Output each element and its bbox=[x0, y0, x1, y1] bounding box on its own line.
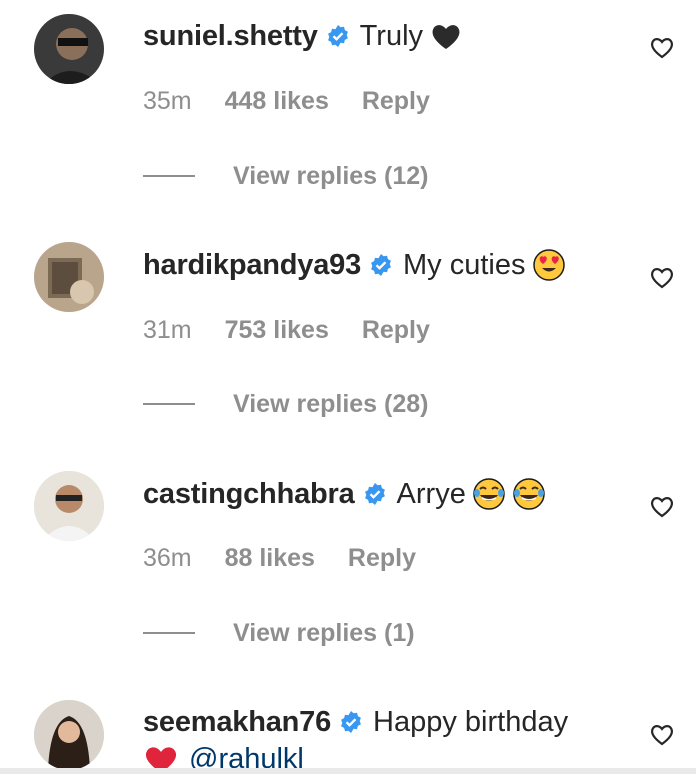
tears-of-joy-emoji-icon bbox=[512, 477, 546, 511]
username-link[interactable]: seemakhan76 bbox=[143, 705, 331, 739]
like-heart-outline-icon[interactable] bbox=[648, 720, 676, 748]
verified-badge-icon bbox=[326, 24, 350, 48]
view-replies-button[interactable]: View replies (1) bbox=[143, 618, 415, 648]
like-heart-outline-icon[interactable] bbox=[648, 263, 676, 291]
comment-line: seemakhan76 Happy birthday bbox=[143, 705, 568, 739]
username-link[interactable]: hardikpandya93 bbox=[143, 248, 361, 282]
avatar[interactable] bbox=[34, 700, 104, 770]
view-replies-label: View replies (12) bbox=[233, 162, 429, 190]
comment-text: Arrye bbox=[396, 478, 466, 510]
view-replies-label: View replies (1) bbox=[233, 619, 415, 647]
view-replies-label: View replies (28) bbox=[233, 390, 429, 418]
like-count[interactable]: 448 likes bbox=[225, 87, 329, 115]
comment-text: Truly bbox=[359, 20, 424, 52]
comment-line: suniel.shetty Truly bbox=[143, 19, 463, 53]
like-heart-outline-icon[interactable] bbox=[648, 33, 676, 61]
comment-line: hardikpandya93 My cuties bbox=[143, 248, 566, 282]
comment-meta: 31m 753 likes Reply bbox=[143, 315, 456, 345]
view-replies-button[interactable]: View replies (12) bbox=[143, 161, 428, 191]
tears-of-joy-emoji-icon bbox=[472, 477, 506, 511]
divider-dash bbox=[143, 403, 195, 405]
comment-time[interactable]: 31m bbox=[143, 316, 192, 344]
like-count[interactable]: 753 likes bbox=[225, 316, 329, 344]
reply-button[interactable]: Reply bbox=[362, 87, 430, 115]
avatar[interactable] bbox=[34, 471, 104, 541]
like-count[interactable]: 88 likes bbox=[225, 544, 315, 572]
username-link[interactable]: castingchhabra bbox=[143, 477, 355, 511]
reply-button[interactable]: Reply bbox=[348, 544, 416, 572]
comment-text: My cuties bbox=[403, 249, 526, 281]
reply-button[interactable]: Reply bbox=[362, 316, 430, 344]
comment-time[interactable]: 36m bbox=[143, 544, 192, 572]
comment-meta: 36m 88 likes Reply bbox=[143, 543, 442, 573]
verified-badge-icon bbox=[363, 482, 387, 506]
heart-eyes-emoji-icon bbox=[532, 248, 566, 282]
username-link[interactable]: suniel.shetty bbox=[143, 19, 318, 53]
comment-meta: 35m 448 likes Reply bbox=[143, 86, 456, 116]
verified-badge-icon bbox=[369, 253, 393, 277]
view-replies-button[interactable]: View replies (28) bbox=[143, 389, 428, 419]
avatar[interactable] bbox=[34, 14, 104, 84]
comment-time[interactable]: 35m bbox=[143, 87, 192, 115]
comment-text: Happy birthday bbox=[373, 706, 569, 738]
divider-dash bbox=[143, 175, 195, 177]
like-heart-outline-icon[interactable] bbox=[648, 492, 676, 520]
avatar[interactable] bbox=[34, 242, 104, 312]
verified-badge-icon bbox=[339, 710, 363, 734]
comment-line: castingchhabra Arrye bbox=[143, 477, 546, 511]
black-heart-emoji-icon bbox=[429, 19, 463, 53]
divider-dash bbox=[143, 632, 195, 634]
bottom-edge bbox=[0, 768, 696, 774]
